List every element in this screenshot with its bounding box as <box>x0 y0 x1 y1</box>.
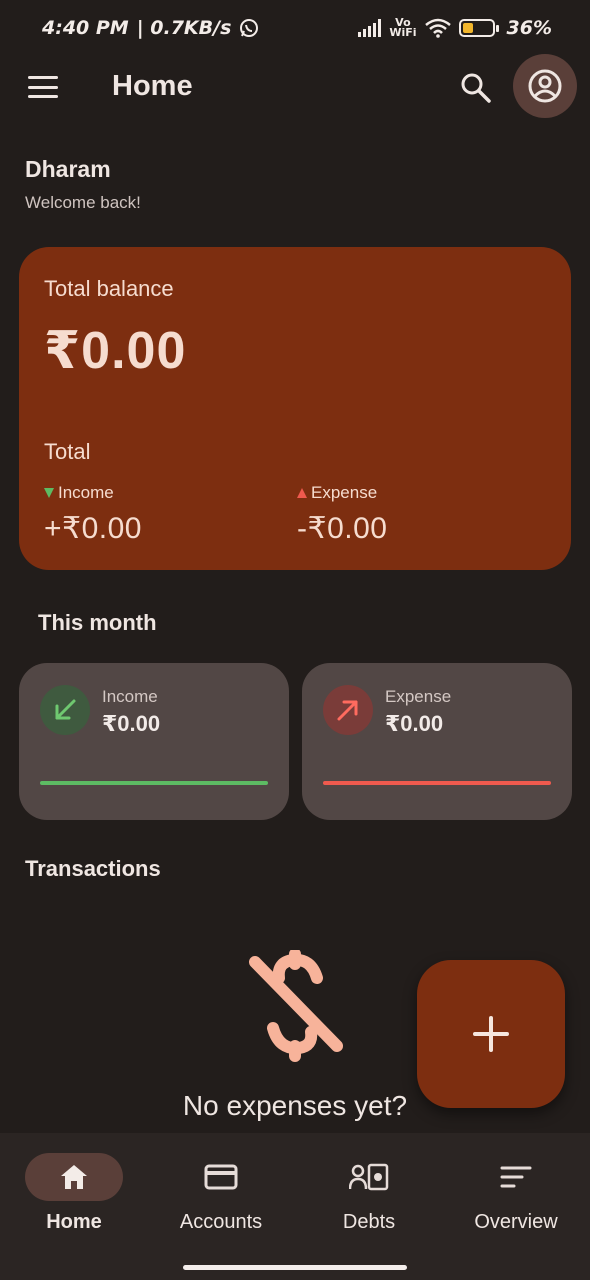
arrow-down-left-icon <box>40 685 90 735</box>
arrow-up-right-icon <box>323 685 373 735</box>
account-button[interactable] <box>513 54 577 118</box>
battery-level <box>462 23 473 33</box>
total-income: Income +₹0.00 <box>44 483 142 546</box>
debts-icon <box>349 1163 389 1191</box>
total-balance-card[interactable]: Total balance ₹0.00 Total Income +₹0.00 … <box>19 247 571 570</box>
month-income-bar <box>40 781 268 785</box>
nav-item-home[interactable]: Home <box>0 1153 148 1253</box>
total-expense-value: -₹0.00 <box>297 512 388 545</box>
month-expense-card[interactable]: Expense ₹0.00 <box>302 663 572 820</box>
top-app-bar: Home <box>0 54 590 118</box>
month-expense-value: ₹0.00 <box>385 711 444 736</box>
total-expense-label: Expense <box>311 483 378 502</box>
wifi-icon <box>424 18 451 38</box>
nav-item-debts[interactable]: Debts <box>295 1153 443 1253</box>
nav-accounts-pill <box>172 1153 270 1201</box>
total-income-value: +₹0.00 <box>44 512 142 545</box>
nav-home-label: Home <box>46 1211 102 1233</box>
volte-indicator: Vo WiFi <box>389 17 417 39</box>
nav-overview-label: Overview <box>474 1211 558 1233</box>
search-icon[interactable] <box>458 70 494 106</box>
month-expense-bar <box>323 781 551 785</box>
bottom-navigation: Home Accounts Debts Overview <box>0 1133 590 1280</box>
battery-percent: 36% <box>506 17 552 39</box>
battery-icon <box>458 19 499 37</box>
nav-debts-pill <box>320 1153 418 1201</box>
home-icon <box>61 1165 87 1189</box>
month-income-card[interactable]: Income ₹0.00 <box>19 663 289 820</box>
month-income-label: Income <box>102 687 158 706</box>
nav-debts-label: Debts <box>342 1211 396 1233</box>
status-network-speed: | 0.7KB/s <box>136 17 232 39</box>
month-expense-label: Expense <box>385 687 452 706</box>
signal-icon <box>358 19 382 37</box>
user-name: Dharam <box>25 156 111 182</box>
expense-triangle-icon <box>297 488 307 498</box>
month-income-value: ₹0.00 <box>102 711 161 736</box>
income-triangle-icon <box>44 488 54 498</box>
nav-accounts-label: Accounts <box>179 1211 263 1233</box>
total-balance-label: Total balance <box>44 276 174 301</box>
total-label: Total <box>44 439 91 464</box>
this-month-heading: This month <box>38 610 157 635</box>
welcome-text: Welcome back! <box>25 193 141 212</box>
total-expense: Expense -₹0.00 <box>297 483 387 546</box>
sort-icon <box>500 1166 532 1188</box>
account-circle-icon <box>528 69 562 103</box>
total-income-label: Income <box>58 483 114 502</box>
nav-home-pill <box>25 1153 123 1201</box>
add-icon <box>473 1016 509 1052</box>
total-balance-amount: ₹0.00 <box>44 322 187 380</box>
nav-item-accounts[interactable]: Accounts <box>147 1153 295 1253</box>
menu-icon[interactable] <box>28 76 58 98</box>
page-title: Home <box>112 70 193 102</box>
nav-overview-pill <box>467 1153 565 1201</box>
status-left: 4:40 PM | 0.7KB/s <box>42 17 259 39</box>
nav-item-overview[interactable]: Overview <box>442 1153 590 1253</box>
status-bar: 4:40 PM | 0.7KB/s Vo WiFi 36% <box>0 0 590 56</box>
volte-bottom: WiFi <box>389 26 417 39</box>
home-indicator[interactable] <box>183 1265 407 1270</box>
add-transaction-button[interactable] <box>417 960 565 1108</box>
status-right: Vo WiFi 36% <box>358 17 552 39</box>
whatsapp-icon <box>240 19 259 37</box>
transactions-heading: Transactions <box>25 856 161 881</box>
money-off-icon <box>249 950 343 1062</box>
status-time: 4:40 PM <box>42 17 129 39</box>
credit-card-icon <box>204 1164 238 1190</box>
